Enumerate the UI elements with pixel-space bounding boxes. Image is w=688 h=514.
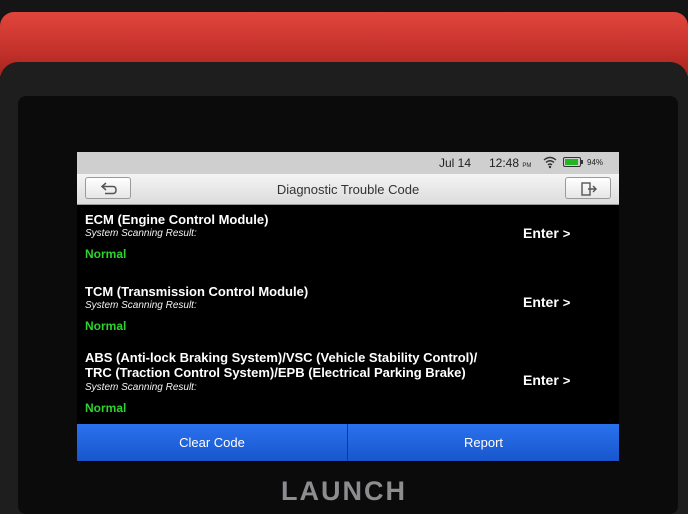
system-scan-label: System Scanning Result:: [85, 300, 197, 311]
system-item-abs[interactable]: ABS (Anti-lock Braking System)/VSC (Vehi…: [77, 350, 619, 424]
status-date: Jul 14: [439, 156, 472, 170]
report-button[interactable]: Report: [348, 424, 619, 461]
system-status: Normal: [85, 401, 127, 415]
status-time: 12:48 PM: [489, 156, 531, 170]
brand-logo: LAUNCH: [281, 476, 407, 506]
system-name: ECM (Engine Control Module): [85, 212, 269, 227]
battery-level: [565, 159, 579, 165]
system-scan-label: System Scanning Result:: [85, 228, 197, 239]
system-name: ABS (Anti-lock Braking System)/VSC (Vehi…: [85, 350, 478, 380]
enter-label: Enter: [523, 372, 559, 388]
chevron-right-icon: >: [562, 295, 571, 310]
enter-button[interactable]: Enter >: [523, 225, 570, 241]
status-time-value: 12:48: [489, 156, 520, 170]
system-status: Normal: [85, 319, 127, 333]
clear-code-button[interactable]: Clear Code: [77, 424, 347, 461]
enter-button[interactable]: Enter >: [523, 294, 570, 310]
chevron-right-icon: >: [562, 226, 571, 241]
title-bar: Diagnostic Trouble Code: [77, 174, 619, 205]
system-item-tcm[interactable]: TCM (Transmission Control Module) System…: [77, 284, 619, 344]
system-name: TCM (Transmission Control Module): [85, 284, 309, 299]
exit-icon: [581, 182, 597, 196]
battery-tip: [581, 160, 583, 164]
wifi-icon: [543, 156, 557, 169]
enter-label: Enter: [523, 225, 559, 241]
exit-button[interactable]: [565, 177, 611, 199]
system-item-ecm[interactable]: ECM (Engine Control Module) System Scann…: [77, 212, 619, 272]
chevron-right-icon: >: [562, 373, 571, 388]
status-ampm: PM: [522, 163, 532, 169]
enter-label: Enter: [523, 294, 559, 310]
system-scan-label: System Scanning Result:: [85, 382, 197, 393]
page-title: Diagnostic Trouble Code: [276, 182, 420, 197]
battery-percent: 94%: [587, 158, 604, 167]
enter-button[interactable]: Enter >: [523, 372, 570, 388]
device-screen: Jul 14 12:48 PM 94% Diagnostic Trouble C…: [77, 152, 619, 462]
system-status: Normal: [85, 247, 127, 261]
status-bar: Jul 14 12:48 PM 94%: [77, 152, 619, 174]
system-list: ECM (Engine Control Module) System Scann…: [77, 204, 619, 424]
bottom-action-bar: Clear Code Report: [77, 424, 619, 461]
battery-icon: [563, 157, 583, 167]
